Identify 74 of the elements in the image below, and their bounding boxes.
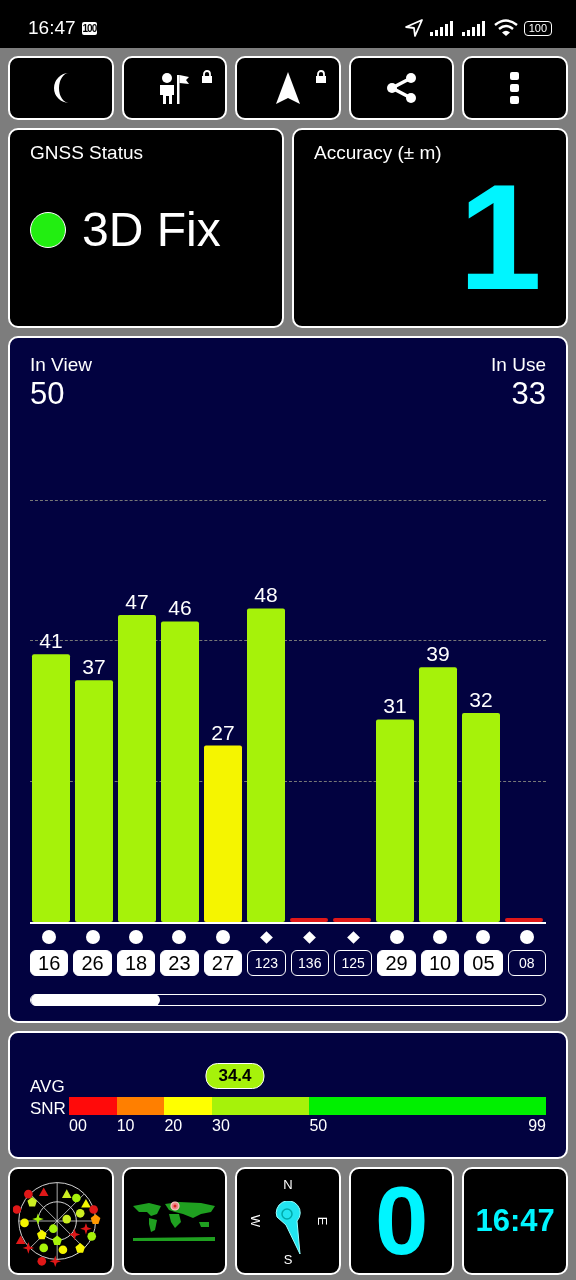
circle-icon [172, 930, 187, 944]
menu-button[interactable] [462, 56, 568, 120]
circle-icon [433, 930, 447, 944]
scale-label: 30 [212, 1117, 230, 1135]
speed-button[interactable]: 0 [348, 1167, 455, 1275]
scale-label: 99 [528, 1117, 546, 1135]
circle-icon [476, 930, 491, 944]
snr-value: 47 [125, 589, 149, 613]
world-map-button[interactable] [121, 1167, 228, 1275]
snr-value: 31 [383, 694, 407, 718]
clock-button[interactable]: 16:47 [462, 1167, 568, 1275]
person-flag-button[interactable] [121, 56, 228, 120]
compass-east: E [314, 1216, 330, 1226]
satellite-id: 23 [160, 950, 199, 976]
battery-icon: 100 [523, 20, 552, 36]
sky-plot-button[interactable] [8, 1167, 114, 1275]
snr-value: 46 [168, 596, 192, 620]
share-icon [385, 72, 418, 104]
satellite-id: 27 [203, 950, 243, 976]
circle-icon [389, 930, 404, 944]
satellite-id: 05 [464, 950, 503, 976]
card-title: Accuracy (± m) [314, 142, 442, 164]
compass-north: N [283, 1177, 293, 1192]
navigation-arrow-icon [275, 71, 301, 105]
more-options-icon [510, 72, 521, 104]
snr-value: 41 [39, 629, 63, 653]
satellite-id: 136 [290, 950, 329, 976]
snr-value: 48 [254, 583, 278, 607]
snr-value: 32 [469, 687, 493, 711]
card-title: GNSS Status [30, 142, 143, 164]
scale-label: 10 [116, 1117, 135, 1135]
satellite-id: 123 [247, 950, 286, 976]
satellite-id: 26 [73, 950, 112, 976]
satellite-id: 08 [507, 950, 547, 976]
snr-label: SNR [30, 1098, 67, 1120]
person-flag-icon [158, 71, 191, 105]
in-view-count: 50 [30, 376, 65, 412]
accuracy-value: 1 [458, 172, 542, 302]
status-time: 16:47 [28, 17, 76, 39]
in-use-count: 33 [511, 376, 546, 412]
scale-label: 20 [164, 1117, 183, 1135]
signal-icon [429, 20, 456, 36]
navigation-button[interactable] [235, 56, 341, 120]
snr-value: 39 [426, 642, 450, 666]
avg-label: AVG [30, 1076, 66, 1098]
satellite-id: 10 [420, 950, 460, 976]
snr-value: 27 [211, 720, 235, 744]
snr-value: 37 [82, 655, 106, 679]
scale-label: 00 [69, 1117, 87, 1135]
circle-icon [129, 930, 144, 944]
fix-status: 3D Fix [82, 202, 221, 257]
compass-south: S [283, 1252, 293, 1267]
in-view-label: In View [30, 354, 92, 376]
night-mode-button[interactable] [8, 56, 114, 120]
compass-button[interactable]: N W E S [235, 1167, 341, 1275]
satellite-id: 125 [333, 950, 373, 976]
notification-badge: 100 [81, 21, 98, 35]
share-button[interactable] [348, 56, 455, 120]
signal-icon [461, 20, 488, 36]
circle-icon [519, 930, 534, 944]
wifi-icon [493, 19, 518, 37]
location-icon [403, 18, 424, 38]
satellite-id: 29 [377, 950, 416, 976]
circle-icon [85, 930, 100, 944]
circle-icon [42, 930, 57, 944]
compass-needle-icon [273, 1201, 303, 1255]
scrollbar-thumb[interactable] [31, 994, 160, 1006]
satellite-id: 18 [116, 950, 156, 976]
in-use-label: In Use [491, 354, 546, 376]
snr-pointer: 34.4 [205, 1063, 265, 1089]
scale-label: 50 [309, 1117, 328, 1135]
circle-icon [215, 930, 230, 944]
satellite-id: 16 [30, 950, 69, 976]
compass-west: W [247, 1214, 263, 1228]
